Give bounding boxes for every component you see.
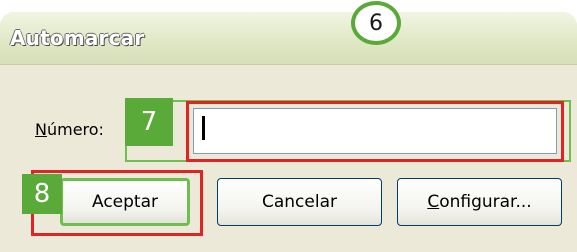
numero-label: Número: <box>35 120 104 139</box>
title-bar[interactable]: Automarcar <box>0 12 577 65</box>
callout-marker-8: 8 <box>22 174 62 214</box>
callout-marker-6: 6 <box>351 1 401 45</box>
callout-marker-7: 7 <box>125 98 173 146</box>
numero-label-mnemonic: N <box>35 120 47 139</box>
configure-button[interactable]: Configurar... <box>397 178 562 226</box>
numero-label-text: úmero: <box>46 120 104 139</box>
window-title: Automarcar <box>10 26 145 50</box>
configure-label: onfigurar... <box>439 192 532 212</box>
accept-button[interactable]: Aceptar <box>60 178 190 226</box>
automarcar-dialog: Automarcar Número: Aceptar Cancelar Conf… <box>0 12 577 252</box>
input-highlight-box <box>186 101 564 162</box>
configure-mnemonic: C <box>427 192 440 212</box>
cancel-button[interactable]: Cancelar <box>217 178 382 226</box>
